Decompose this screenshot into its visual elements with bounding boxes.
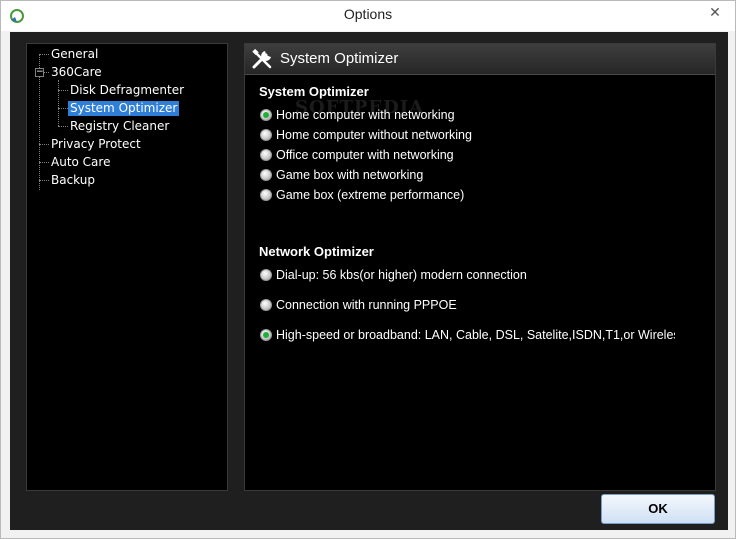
- radio-game-box-extreme[interactable]: Game box (extreme performance): [260, 184, 710, 202]
- radio-office-networking[interactable]: Office computer with networking: [260, 144, 710, 162]
- collapse-expander-icon[interactable]: −: [35, 68, 44, 77]
- radio-unchecked-icon[interactable]: [260, 188, 272, 201]
- system-optimizer-heading: System Optimizer: [259, 84, 369, 99]
- radio-unchecked-icon[interactable]: [260, 128, 272, 141]
- radio-checked-icon[interactable]: [260, 108, 272, 121]
- tree-item-general[interactable]: General: [49, 47, 100, 62]
- tree-connector: [39, 162, 49, 163]
- radio-home-no-networking[interactable]: Home computer without networking: [260, 124, 710, 142]
- radio-home-networking[interactable]: Home computer with networking: [260, 104, 710, 122]
- title-bar: Options ✕: [1, 1, 735, 31]
- tree-item-backup[interactable]: Backup: [49, 173, 97, 188]
- tree-connector: [58, 108, 68, 109]
- tree-connector: [58, 90, 68, 91]
- tree-item-disk-defragmenter[interactable]: Disk Defragmenter: [68, 83, 186, 98]
- settings-panel: System Optimizer SOFTPEDIA System Optimi…: [244, 43, 716, 491]
- network-optimizer-heading: Network Optimizer: [259, 244, 374, 259]
- tree-item-system-optimizer[interactable]: System Optimizer: [68, 101, 180, 116]
- radio-game-box-networking[interactable]: Game box with networking: [260, 164, 710, 182]
- window-title: Options: [343, 6, 393, 22]
- options-tree: − General 360Care Disk Defragmenter Syst…: [26, 43, 228, 491]
- radio-broadband[interactable]: High-speed or broadband: LAN, Cable, DSL…: [260, 324, 675, 342]
- radio-pppoe[interactable]: Connection with running PPPOE: [260, 294, 710, 312]
- tree-connector: [58, 126, 68, 127]
- radio-unchecked-icon[interactable]: [260, 148, 272, 161]
- tree-item-privacy-protect[interactable]: Privacy Protect: [49, 137, 143, 152]
- tree-item-auto-care[interactable]: Auto Care: [49, 155, 112, 170]
- ok-button[interactable]: OK: [601, 494, 715, 524]
- radio-unchecked-icon[interactable]: [260, 168, 272, 181]
- client-area: − General 360Care Disk Defragmenter Syst…: [10, 32, 728, 530]
- tools-icon: [252, 48, 272, 69]
- close-button[interactable]: ✕: [701, 3, 729, 23]
- panel-header: System Optimizer: [245, 44, 715, 75]
- panel-title: System Optimizer: [280, 50, 399, 67]
- tree-item-registry-cleaner[interactable]: Registry Cleaner: [68, 119, 171, 134]
- tree-item-360care[interactable]: 360Care: [49, 65, 104, 80]
- tree-connector: [39, 144, 49, 145]
- radio-checked-icon[interactable]: [260, 328, 272, 341]
- tree-connector: [39, 54, 49, 55]
- radio-unchecked-icon[interactable]: [260, 268, 272, 281]
- tree-connector-child: [58, 80, 59, 126]
- radio-dialup[interactable]: Dial-up: 56 kbs(or higher) modern connec…: [260, 264, 710, 282]
- tree-connector: [39, 180, 49, 181]
- radio-unchecked-icon[interactable]: [260, 298, 272, 311]
- options-window: Options ✕ − General 360Care Disk Defragm…: [0, 0, 736, 539]
